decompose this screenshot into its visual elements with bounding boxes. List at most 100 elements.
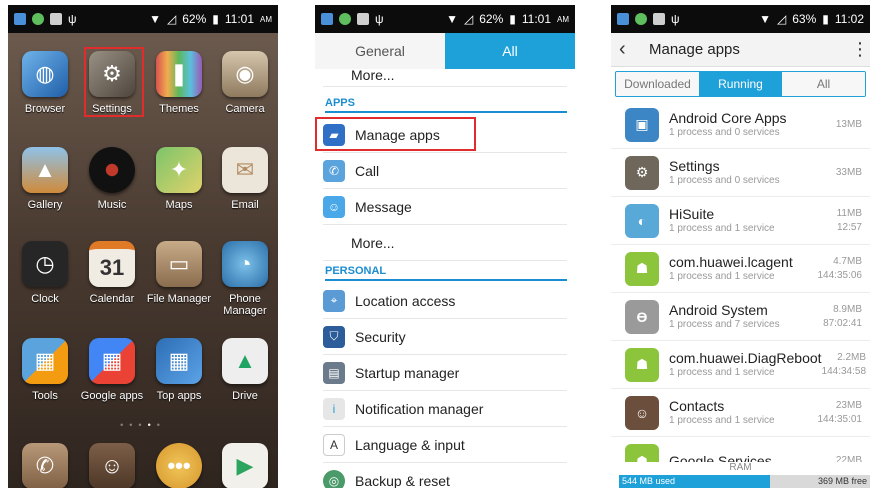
row-label: Message <box>355 198 412 215</box>
backup-reset-row[interactable]: ◎ Backup & reset <box>323 463 567 488</box>
call-row[interactable]: ✆ Call <box>323 153 567 189</box>
clock-ampm: AM <box>557 14 569 24</box>
notification-manager-row[interactable]: i Notification manager <box>323 391 567 427</box>
location-access-row[interactable]: ⌖ Location access <box>323 283 567 319</box>
wifi-icon: ▼ <box>446 12 458 26</box>
battery-icon: ▮ <box>212 12 219 26</box>
app-email[interactable]: ✉ Email <box>212 147 278 211</box>
message-row[interactable]: ☺ Message <box>323 189 567 225</box>
android-robot-icon: ☗ <box>625 444 659 462</box>
list-item[interactable]: ◐ HiSuite 1 process and 1 service 11MB 12:… <box>611 197 870 245</box>
app-name: Settings <box>669 157 720 174</box>
row-label: Language & input <box>355 436 465 453</box>
app-processes: 1 process and 7 services <box>669 318 780 330</box>
drive-icon: ▲ <box>222 338 268 384</box>
app-clock[interactable]: ◷ Clock <box>12 241 78 305</box>
tab-running[interactable]: Running <box>699 72 782 96</box>
browser-icon: ◍ <box>22 51 68 97</box>
app-top-apps[interactable]: ▦ Top apps <box>146 338 212 402</box>
more-wireless-row[interactable]: More... <box>323 63 567 87</box>
dock-phone[interactable]: ✆ <box>12 443 78 488</box>
clock-icon: ◷ <box>22 241 68 287</box>
list-item[interactable]: ☗ Google Services 22MB <box>611 437 870 462</box>
dock-messaging[interactable]: ••• <box>146 443 212 488</box>
app-uptime: 144:35:01 <box>817 413 863 425</box>
app-google-apps[interactable]: ▦ Google apps <box>79 338 145 402</box>
app-processes: 1 process and 1 service <box>669 414 775 426</box>
android-core-apps-icon: ▣ <box>625 107 659 142</box>
app-calendar[interactable]: 31 Calendar <box>79 241 145 305</box>
music-icon <box>89 147 135 193</box>
app-processes: 1 process and 1 service <box>669 222 775 234</box>
app-uptime: 144:35:06 <box>817 269 863 281</box>
app-label: Email <box>231 199 259 211</box>
app-file-manager[interactable]: ▭ File Manager <box>146 241 212 305</box>
app-name: HiSuite <box>669 205 715 222</box>
signal-icon: ◿ <box>463 12 474 26</box>
startup-manager-row[interactable]: ▤ Startup manager <box>323 355 567 391</box>
section-apps-header: APPS <box>325 97 567 113</box>
overflow-menu-icon[interactable]: ⋮ <box>850 39 870 60</box>
row-label: More... <box>351 66 395 83</box>
list-item[interactable]: ☗ com.huawei.lcagent 1 process and 1 serv… <box>611 245 870 293</box>
more-apps-row[interactable]: More... <box>323 225 567 261</box>
security-row[interactable]: ⛉ Security <box>323 319 567 355</box>
language-input-row[interactable]: A Language & input <box>323 427 567 463</box>
row-label: More... <box>351 234 395 251</box>
row-label: Call <box>355 162 380 179</box>
app-music[interactable]: Music <box>79 147 145 211</box>
app-label: Gallery <box>27 199 63 211</box>
app-processes: 1 process and 1 service <box>669 366 775 378</box>
list-item[interactable]: ⚙ Settings 1 process and 0 services 33MB <box>611 149 870 197</box>
tab-downloaded[interactable]: Downloaded <box>616 72 699 96</box>
app-tools[interactable]: ▦ Tools <box>12 338 78 402</box>
settings-list: More... APPS ▰ Manage apps ✆ Call ☺ Mess… <box>315 67 575 488</box>
settings-highlight-box <box>84 47 144 117</box>
tab-all[interactable]: All <box>782 72 865 96</box>
chat-icon <box>32 13 44 25</box>
call-icon: ✆ <box>323 159 345 182</box>
wifi-icon: ▼ <box>759 12 771 26</box>
camera-icon: ◉ <box>222 51 268 97</box>
list-item[interactable]: ▣ Android Core Apps 1 process and 0 servi… <box>611 101 870 149</box>
dock-play-store[interactable]: ▶ <box>212 443 278 488</box>
app-size: 8.9MB <box>833 303 862 315</box>
backup-icon: ◎ <box>323 470 345 488</box>
home-wallpaper: ◍ Browser ⚙ Settings ❚ Themes ◉ Camera ▲… <box>8 33 278 488</box>
dock-contacts[interactable]: ☺ <box>79 443 145 488</box>
battery-percent: 63% <box>792 12 817 26</box>
maps-icon: ✦ <box>156 147 202 193</box>
ram-usage-footer: RAM 544 MB used 369 MB free <box>611 462 870 488</box>
gallery-icon: ▲ <box>22 147 68 193</box>
ram-free-text: 369 MB free <box>817 476 867 486</box>
page-indicator[interactable]: ••••• <box>8 420 278 430</box>
notification-icon <box>321 13 333 25</box>
ram-usage-bar: 544 MB used 369 MB free <box>619 475 870 488</box>
status-bar: ψ ▼ ◿ 62% ▮ 11:01 AM <box>8 5 278 33</box>
list-item[interactable]: ☗ com.huawei.DiagReboot 1 process and 1 s… <box>611 341 870 389</box>
back-arrow-icon[interactable]: ‹ <box>619 38 641 61</box>
app-label: Phone Manager <box>223 293 267 317</box>
app-drive[interactable]: ▲ Drive <box>212 338 278 402</box>
app-size: 13MB <box>835 118 862 130</box>
clock-ampm: AM <box>260 14 272 24</box>
app-themes[interactable]: ❚ Themes <box>146 51 212 115</box>
app-gallery[interactable]: ▲ Gallery <box>12 147 78 211</box>
app-browser[interactable]: ◍ Browser <box>12 51 78 115</box>
app-uptime: 12:57 <box>836 221 862 233</box>
page-title: Manage apps <box>649 41 740 58</box>
settings-gear-icon: ⚙ <box>625 155 659 190</box>
list-item[interactable]: Ө Android System 1 process and 7 services… <box>611 293 870 341</box>
usb-icon: ψ <box>375 12 384 26</box>
app-phone-manager[interactable]: ◔ Phone Manager <box>212 241 278 317</box>
app-size: 33MB <box>835 166 862 178</box>
email-icon: ✉ <box>222 147 268 193</box>
signal-icon: ◿ <box>776 12 787 26</box>
shield-icon: ⛉ <box>323 325 345 348</box>
app-size: 23MB <box>835 399 862 411</box>
app-maps[interactable]: ✦ Maps <box>146 147 212 211</box>
signal-icon: ◿ <box>166 12 177 26</box>
list-item[interactable]: ☺ Contacts 1 process and 1 service 23MB 14… <box>611 389 870 437</box>
app-camera[interactable]: ◉ Camera <box>212 51 278 115</box>
android-robot-icon: ☗ <box>625 251 659 286</box>
